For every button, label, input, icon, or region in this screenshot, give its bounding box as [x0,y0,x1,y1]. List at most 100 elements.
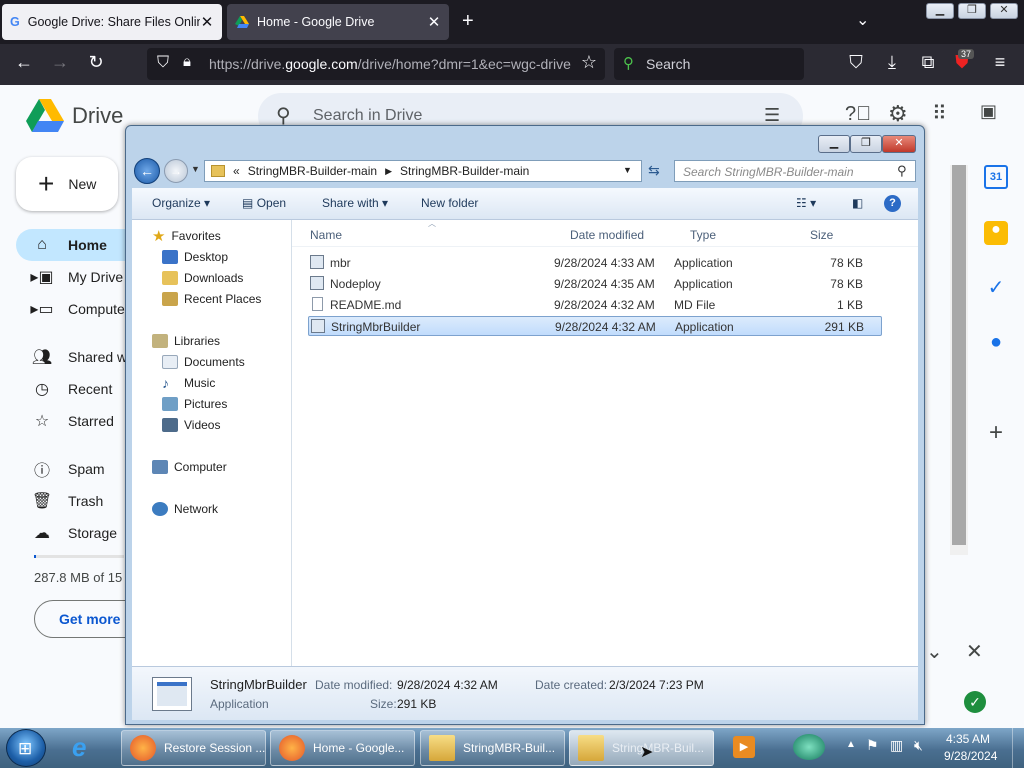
search-options-icon[interactable]: ☰ [764,105,780,126]
application-icon [310,255,324,269]
close-button[interactable]: ✕ [990,3,1018,19]
close-tab-icon[interactable]: ✕ [200,13,214,31]
explorer-maximize-button[interactable]: ❐ [850,135,882,153]
help-icon[interactable]: ?⃝ [845,103,871,126]
explorer-close-button[interactable]: ✕ [882,135,916,153]
taskbar-button-stringmbr-1[interactable]: StringMBR-Buil... [420,730,565,766]
nav-libraries[interactable]: Libraries [132,331,290,351]
breadcrumb-separator-icon[interactable]: ▶ [385,166,392,177]
file-row[interactable]: README.md 9/28/2024 4:32 AM MD File 1 KB [308,295,882,315]
share-with-button[interactable]: Share with ▾ [322,196,388,210]
list-all-tabs-icon[interactable]: ⌄ [856,10,869,30]
spam-icon: ⓘ [33,463,50,480]
drive-logo-icon[interactable] [26,99,64,133]
nav-videos[interactable]: Videos [132,415,290,435]
bookmark-star-icon[interactable]: ☆ [577,52,601,73]
refresh-icon[interactable]: ⇆ [648,162,660,179]
explorer-minimize-button[interactable]: ▁ [818,135,850,153]
taskbar-button-home-google[interactable]: Home - Google... [270,730,415,766]
back-icon[interactable]: ← [134,158,160,184]
network-status-icon[interactable]: ▥ [890,737,903,754]
clock-time[interactable]: 4:35 AM [946,732,990,746]
nav-computer[interactable]: Computer [132,457,290,477]
column-header-size[interactable]: Size [810,228,833,242]
search-icon[interactable]: ⚲ [897,163,907,179]
help-icon[interactable]: ? [884,195,901,212]
browser-tab-strip: G Google Drive: Share Files Online ✕ Hom… [0,0,1024,44]
forward-icon[interactable]: → [164,159,188,183]
drive-logo-text[interactable]: Drive [72,103,123,129]
preview-pane-icon[interactable]: ◧ [852,196,863,210]
close-tab-icon[interactable]: ✕ [427,13,441,31]
new-folder-button[interactable]: New folder [421,196,478,210]
search-placeholder: Search in Drive [313,107,423,124]
calendar-icon[interactable]: 31 [984,165,1008,189]
keep-icon[interactable]: ● [984,221,1008,245]
forward-icon[interactable]: → [48,52,72,73]
column-header-name[interactable]: Name [310,228,342,242]
minimize-button[interactable]: ▁ [926,3,954,19]
nav-recent-places[interactable]: Recent Places [132,289,290,309]
show-hidden-icons[interactable]: ▲ [846,739,856,750]
taskbar-button-restore-session[interactable]: Restore Session ... [121,730,266,766]
menu-icon[interactable]: ≡ [988,52,1012,73]
new-button[interactable]: + New [16,157,118,211]
column-header-date-modified[interactable]: Date modified [570,228,644,242]
tasks-icon[interactable]: ✓ [984,275,1008,299]
media-player-icon[interactable]: ▶ [733,736,755,758]
start-button[interactable]: ⊞ [6,729,46,767]
address-bar[interactable]: « StringMBR-Builder-main ▶ StringMBR-Bui… [204,160,642,182]
extensions-icon[interactable]: ⧉ [916,52,940,73]
breadcrumb-segment[interactable]: StringMBR-Builder-main [248,164,377,178]
nav-music[interactable]: ♪ Music [132,373,290,393]
close-icon[interactable]: ✕ [966,639,983,664]
organize-button[interactable]: Organize ▾ [152,196,210,210]
breadcrumb-overflow[interactable]: « [233,164,240,178]
breadcrumb-segment[interactable]: StringMBR-Builder-main [400,164,529,178]
nav-favorites[interactable]: ★ Favorites [132,226,290,246]
url-bar[interactable]: ⛉ 🔒︎ https://drive. google.com/drive/home… [147,48,605,80]
address-dropdown-icon[interactable]: ▼ [623,165,632,175]
nav-pictures[interactable]: Pictures [132,394,290,414]
column-header-type[interactable]: Type [690,228,716,242]
add-addon-icon[interactable]: + [984,419,1008,446]
maximize-button[interactable]: ❐ [958,3,986,19]
details-size-label: Size: [370,697,397,711]
show-desktop-button[interactable] [1012,728,1024,768]
lock-icon[interactable]: 🔒︎ [183,53,191,70]
action-center-flag-icon[interactable]: ⚑ [866,737,879,754]
file-row-selected[interactable]: StringMbrBuilder 9/28/2024 4:32 AM Appli… [308,316,882,336]
nav-downloads[interactable]: Downloads [132,268,290,288]
pocket-icon[interactable]: ⛉ [844,52,868,73]
plus-icon: + [38,168,55,199]
shield-icon[interactable]: ⛉ [157,54,169,72]
new-tab-button[interactable]: + [462,10,474,33]
downloads-icon[interactable]: ⤓ [880,52,904,73]
file-row[interactable]: Nodeploy 9/28/2024 4:35 AM Application 7… [308,274,882,294]
nav-network[interactable]: Network [132,499,290,519]
nav-documents[interactable]: Documents [132,352,290,372]
chevron-down-icon[interactable]: ⌄ [926,639,943,664]
settings-gear-icon[interactable]: ⚙ [888,101,908,127]
explorer-search-input[interactable]: Search StringMBR-Builder-main ⚲ [674,160,916,182]
volume-muted-icon[interactable]: 🔇︎ [914,737,923,754]
apps-grid-icon[interactable]: ⠿ [932,101,947,126]
change-view-icon[interactable]: ☷ ▾ [796,196,816,210]
reload-icon[interactable]: ↻ [84,52,108,73]
internet-explorer-icon[interactable]: e [72,732,86,763]
browser-nav-bar: ← → ↻ ⛉ 🔒︎ https://drive. google.com/driv… [0,44,1024,85]
file-row[interactable]: mbr 9/28/2024 4:33 AM Application 78 KB [308,253,882,273]
account-avatar-icon[interactable]: ▣ [980,101,997,122]
tab-home-google-drive[interactable]: Home - Google Drive ✕ [227,4,449,40]
nav-desktop[interactable]: Desktop [132,247,290,267]
app-icon[interactable] [793,734,825,760]
open-button[interactable]: ▤ Open [242,196,286,210]
back-icon[interactable]: ← [12,52,36,73]
scrollbar[interactable] [950,165,968,555]
contacts-icon[interactable]: ● [984,331,1008,355]
clock-date[interactable]: 9/28/2024 [944,749,997,763]
search-bar[interactable]: ⚲ Search [614,48,804,80]
tab-google-drive-share[interactable]: G Google Drive: Share Files Online ✕ [2,4,222,40]
recent-pages-dropdown-icon[interactable]: ▼ [191,164,200,174]
pictures-icon [162,397,178,411]
